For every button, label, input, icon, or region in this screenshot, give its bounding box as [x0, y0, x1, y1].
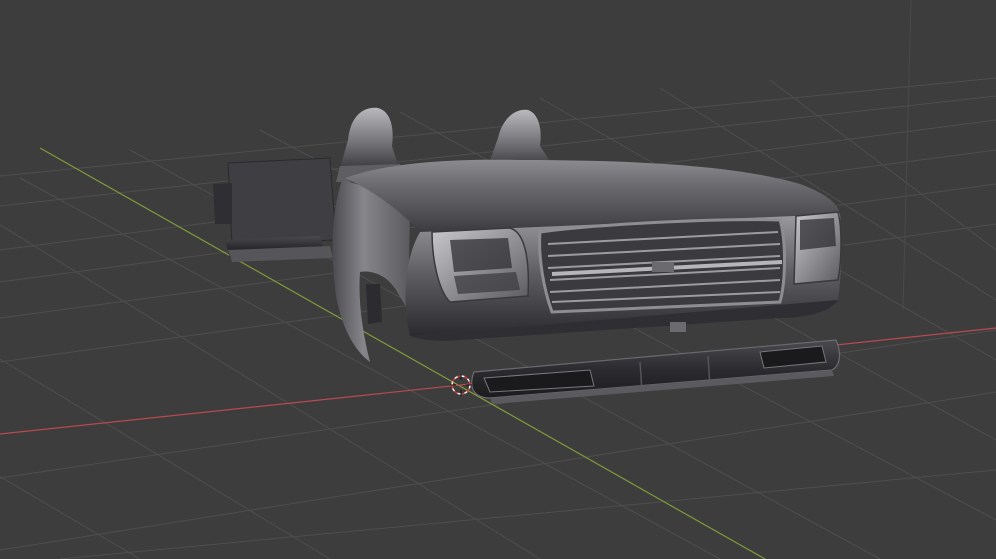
tow-bracket	[670, 322, 686, 332]
right-seat[interactable]	[488, 109, 552, 168]
grille[interactable]	[538, 218, 786, 314]
3d-viewport[interactable]	[0, 0, 996, 559]
left-headlight[interactable]	[431, 227, 530, 303]
front-bumper[interactable]	[471, 339, 841, 404]
scene-canvas[interactable]	[0, 0, 996, 559]
side-panel[interactable]	[213, 157, 337, 262]
right-headlight[interactable]	[793, 211, 842, 285]
z-axis-line	[902, 0, 912, 311]
